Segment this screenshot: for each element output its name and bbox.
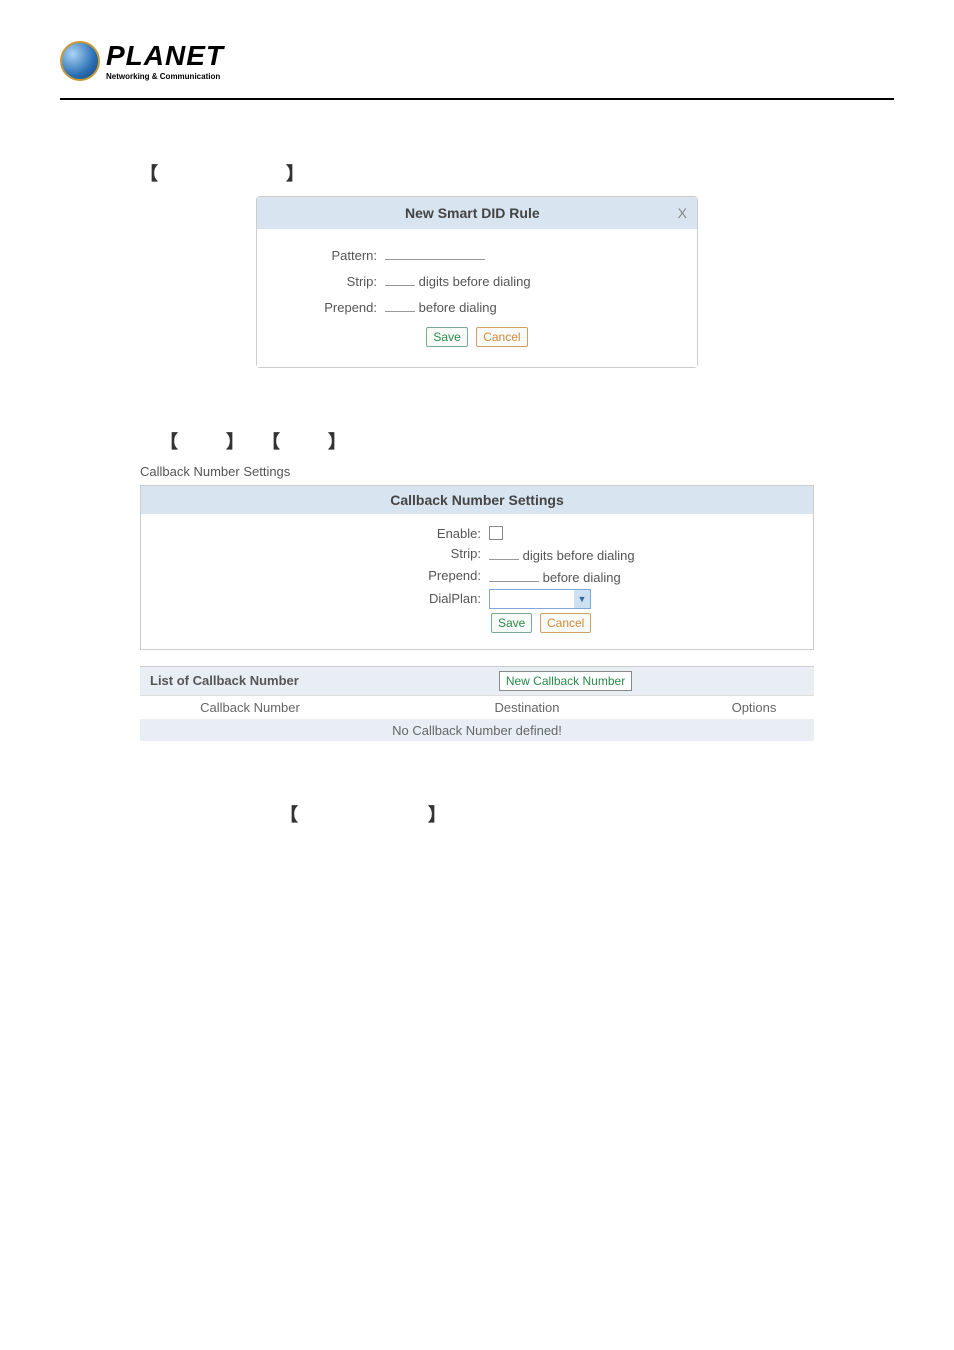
cb-prepend-label: Prepend: [161, 568, 489, 583]
new-callback-number-button[interactable]: New Callback Number [499, 671, 632, 691]
callback-settings-panel: Callback Number Settings Enable: Strip: … [140, 485, 814, 650]
right-bracket-icon: 】 [226, 428, 244, 454]
strip-label: Strip: [277, 274, 385, 289]
close-icon[interactable]: X [678, 205, 687, 221]
list-empty-message: No Callback Number defined! [140, 720, 814, 741]
right-bracket-icon: 】 [286, 160, 304, 186]
pattern-label: Pattern: [277, 248, 385, 263]
cb-prepend-suffix: before dialing [543, 570, 621, 585]
dialog-title: New Smart DID Rule [267, 205, 678, 221]
cb-cancel-button[interactable]: Cancel [540, 613, 591, 633]
logo: PLANET Networking & Communication [60, 40, 224, 81]
save-button[interactable]: Save [426, 327, 467, 347]
enable-checkbox[interactable] [489, 526, 503, 540]
left-bracket-icon: 【 [262, 428, 280, 454]
dialplan-label: DialPlan: [161, 591, 489, 606]
callback-panel-body: Enable: Strip: digits before dialing Pre… [141, 514, 813, 649]
callback-panel-title: Callback Number Settings [141, 486, 813, 514]
new-smart-did-rule-dialog: New Smart DID Rule X Pattern: Strip: dig… [256, 196, 698, 368]
pattern-input[interactable] [385, 245, 485, 260]
cb-strip-row: Strip: digits before dialing [161, 545, 793, 563]
strip-input[interactable] [385, 271, 415, 286]
dialplan-row: DialPlan: ▼ [161, 589, 793, 609]
strip-row: Strip: digits before dialing [277, 271, 677, 289]
cb-strip-input[interactable] [489, 545, 519, 560]
list-header: List of Callback Number New Callback Num… [140, 666, 814, 696]
dialog-button-row: Save Cancel [277, 327, 677, 347]
cb-save-button[interactable]: Save [491, 613, 532, 633]
dialog-header: New Smart DID Rule X [257, 197, 697, 229]
left-bracket-icon: 【 [280, 805, 298, 825]
right-bracket-icon: 】 [328, 428, 346, 454]
list-title: List of Callback Number [150, 673, 427, 688]
callback-page-title: Callback Number Settings [140, 464, 894, 479]
section-heading-bracket-row-2: 【 】 【 】 [160, 428, 894, 454]
header-divider [60, 98, 894, 100]
col-callback-number: Callback Number [150, 700, 350, 715]
enable-label: Enable: [161, 526, 489, 541]
prepend-input[interactable] [385, 297, 415, 312]
cb-prepend-input[interactable] [489, 567, 539, 582]
cb-strip-suffix: digits before dialing [523, 548, 635, 563]
enable-row: Enable: [161, 526, 793, 541]
brand-name: PLANET [106, 40, 224, 72]
right-bracket-icon: 】 [428, 805, 446, 825]
cb-prepend-row: Prepend: before dialing [161, 567, 793, 585]
chevron-down-icon: ▼ [574, 590, 590, 608]
dialog-body: Pattern: Strip: digits before dialing Pr… [257, 229, 697, 367]
cb-button-row: Save Cancel [161, 613, 793, 633]
section-heading-bracket-row: 【 】 [140, 160, 894, 186]
dialplan-select[interactable]: ▼ [489, 589, 591, 609]
prepend-row: Prepend: before dialing [277, 297, 677, 315]
left-bracket-icon: 【 [160, 428, 178, 454]
cb-strip-label: Strip: [161, 546, 489, 561]
pattern-row: Pattern: [277, 245, 677, 263]
bottom-bracket-row: 【 】 [280, 801, 894, 827]
prepend-suffix: before dialing [419, 300, 497, 315]
strip-suffix: digits before dialing [419, 274, 531, 289]
col-options: Options [704, 700, 804, 715]
prepend-label: Prepend: [277, 300, 385, 315]
brand-tagline: Networking & Communication [106, 72, 224, 81]
col-destination: Destination [350, 700, 704, 715]
cancel-button[interactable]: Cancel [476, 327, 527, 347]
globe-icon [60, 41, 100, 81]
list-columns: Callback Number Destination Options [140, 696, 814, 720]
left-bracket-icon: 【 [140, 160, 158, 186]
logo-area: PLANET Networking & Communication [60, 40, 894, 86]
